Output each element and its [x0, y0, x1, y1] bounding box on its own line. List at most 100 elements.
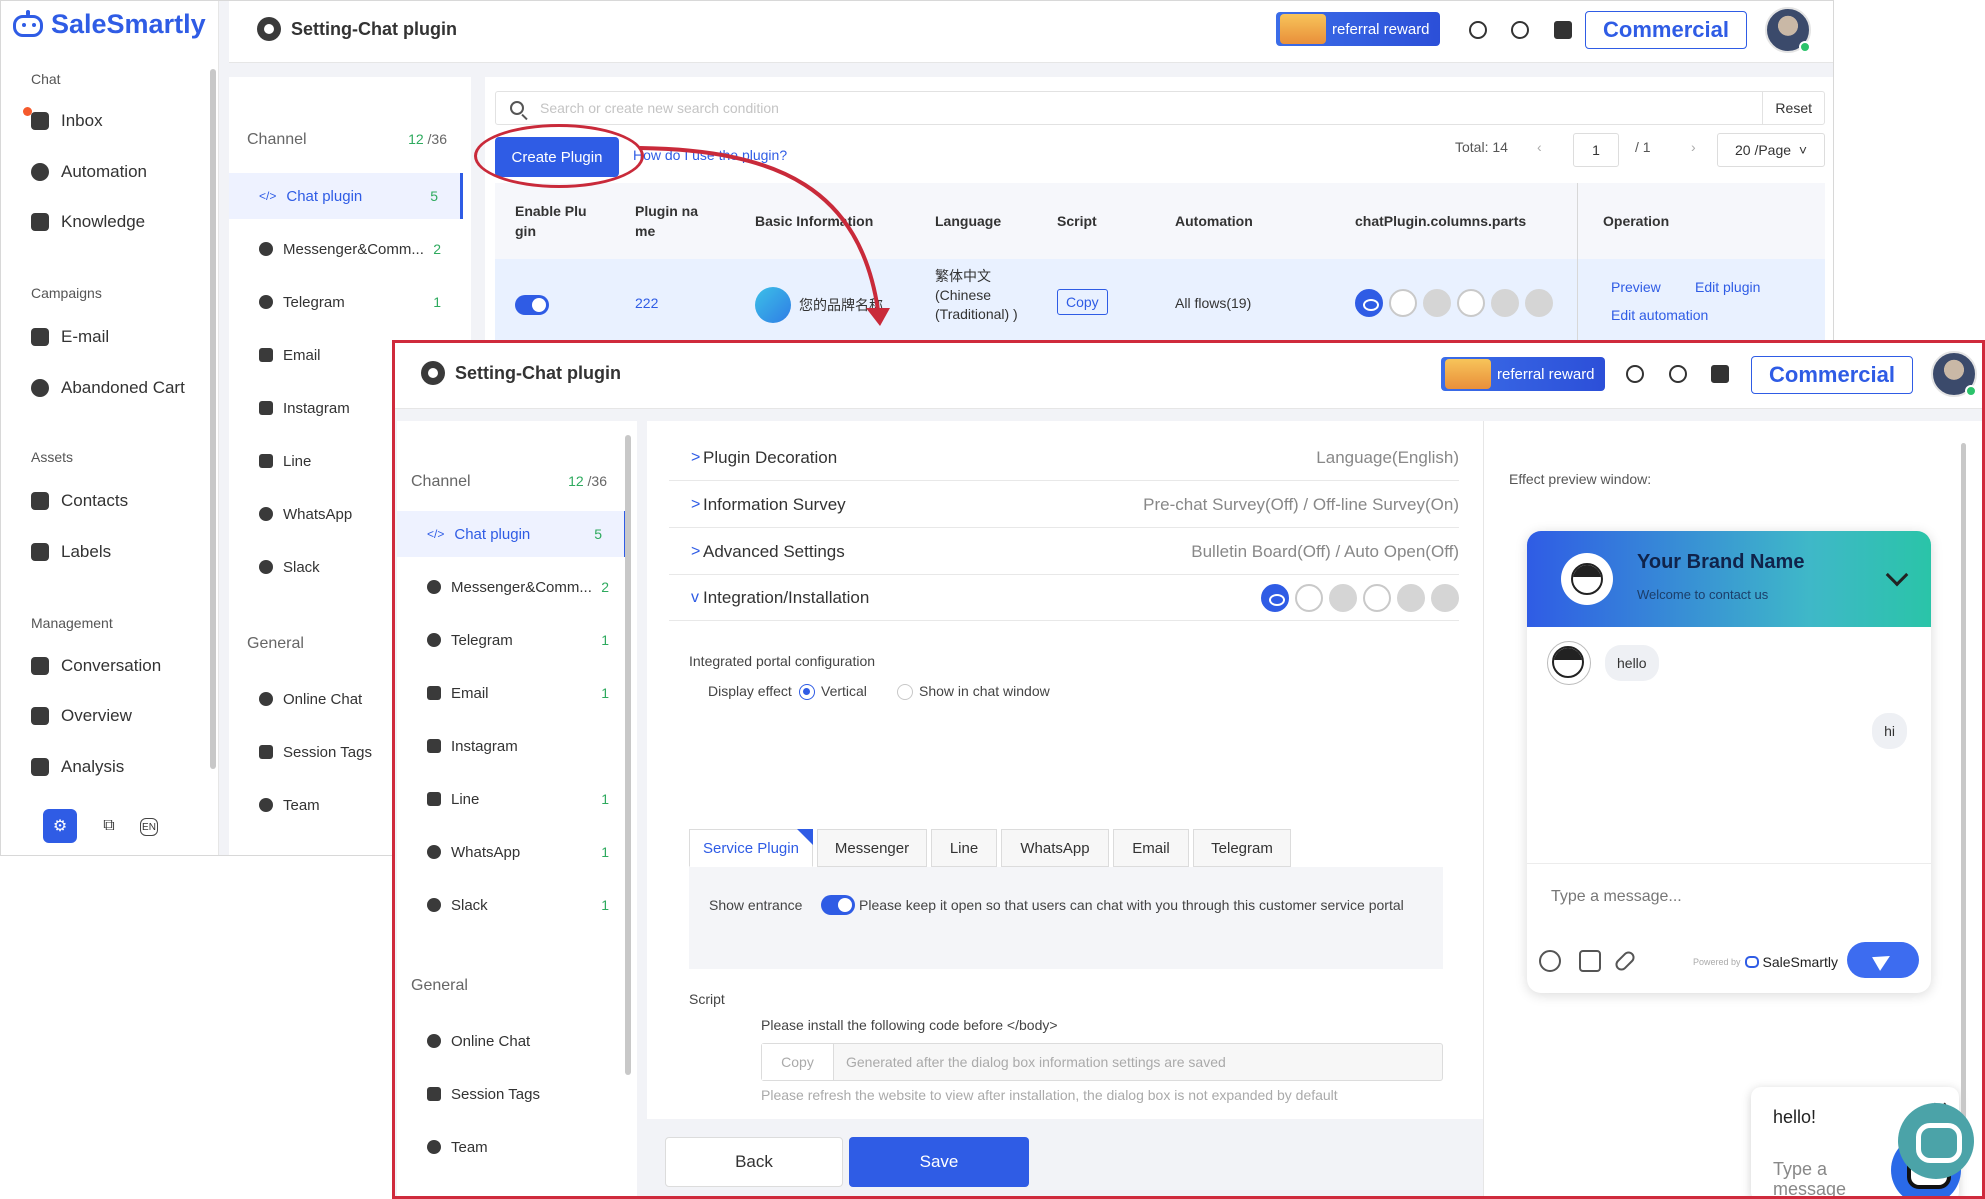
- slack-icon: [427, 898, 441, 912]
- telegram-icon: [427, 633, 441, 647]
- page-title: Setting-Chat plugin: [421, 361, 621, 385]
- channel-telegram[interactable]: Telegram 1: [397, 617, 631, 663]
- integration-tabs: Service Plugin Messenger Line WhatsApp E…: [689, 829, 1291, 867]
- send-button[interactable]: [1847, 942, 1919, 978]
- tab-messenger[interactable]: Messenger: [817, 829, 927, 867]
- agent-face-icon: [1552, 646, 1584, 678]
- incoming-message: hello: [1605, 645, 1659, 681]
- widget-input-area: Type a message... Powered by SaleSmartly: [1527, 863, 1931, 993]
- popup-message-input[interactable]: Type a message: [1773, 1159, 1873, 1196]
- radio-vertical[interactable]: Vertical: [799, 683, 867, 701]
- show-entrance-hint: Please keep it open so that users can ch…: [859, 897, 1404, 913]
- show-entrance-label: Show entrance: [709, 897, 803, 913]
- general-team[interactable]: Team: [397, 1124, 631, 1170]
- script-field: Copy Generated after the dialog box info…: [761, 1043, 1443, 1081]
- support-chat-icon[interactable]: [1898, 1103, 1974, 1179]
- plugin-edit-panel: > Plugin Decoration Language(English) > Inf…: [647, 421, 1982, 1196]
- section-advanced-settings[interactable]: > Advanced Settings Bulletin Board(Off) / …: [669, 529, 1459, 575]
- agent-avatar: [1547, 641, 1591, 685]
- tab-line[interactable]: Line: [931, 829, 997, 867]
- messenger-icon: [427, 580, 441, 594]
- section-information-survey[interactable]: > Information Survey Pre-chat Survey(Off) …: [669, 482, 1459, 528]
- email-part-icon[interactable]: [1397, 583, 1425, 612]
- compass-icon[interactable]: [1626, 365, 1644, 383]
- widget-brand-name: Your Brand Name: [1637, 551, 1805, 573]
- channel-email[interactable]: Email 1: [397, 670, 631, 716]
- section-integration[interactable]: v Integration/Installation: [669, 575, 1459, 621]
- tab-telegram[interactable]: Telegram: [1193, 829, 1291, 867]
- powered-by: Powered by SaleSmartly: [1693, 954, 1838, 970]
- tab-service-plugin[interactable]: Service Plugin: [689, 829, 813, 867]
- image-icon[interactable]: [1579, 950, 1601, 972]
- script-placeholder: Generated after the dialog box informati…: [846, 1054, 1226, 1070]
- messenger-part-icon[interactable]: [1295, 583, 1323, 612]
- robot-logo-icon: [1744, 956, 1759, 968]
- commercial-plan-button[interactable]: Commercial: [1751, 356, 1913, 394]
- channel-whatsapp[interactable]: WhatsApp 1: [397, 829, 631, 875]
- general-heading: General: [411, 977, 468, 994]
- general-online-chat[interactable]: Online Chat: [397, 1018, 631, 1064]
- script-copy-button[interactable]: Copy: [762, 1044, 834, 1080]
- chat-bubble-icon: [427, 1034, 441, 1048]
- line-part-icon[interactable]: [1329, 583, 1357, 612]
- attachment-icon[interactable]: [1612, 948, 1638, 974]
- preview-divider: [1483, 421, 1484, 1196]
- pie-chart-icon[interactable]: [1669, 365, 1687, 383]
- script-label: Script: [689, 991, 725, 1007]
- chat-plugin-part-icon[interactable]: [1261, 583, 1289, 612]
- channel-instagram[interactable]: Instagram: [397, 723, 631, 769]
- channel-heading: Channel 12 /36: [411, 473, 607, 490]
- outgoing-message: hi: [1872, 713, 1907, 749]
- radio-on-icon: [799, 684, 815, 701]
- avatar[interactable]: [1931, 351, 1977, 397]
- chevron-down-icon[interactable]: [1885, 563, 1909, 587]
- tab-email[interactable]: Email: [1113, 829, 1189, 867]
- help-icon[interactable]: [1711, 365, 1729, 383]
- general-session-tags[interactable]: Session Tags: [397, 1071, 631, 1117]
- gift-banner-icon: [1445, 359, 1491, 389]
- back-button[interactable]: Back: [665, 1137, 843, 1187]
- instagram-icon: [427, 739, 441, 753]
- preview-label: Effect preview window:: [1509, 471, 1652, 487]
- widget-welcome: Welcome to contact us: [1637, 587, 1769, 602]
- telegram-part-icon[interactable]: [1431, 583, 1459, 612]
- tab-whatsapp[interactable]: WhatsApp: [1001, 829, 1109, 867]
- whatsapp-part-icon[interactable]: [1363, 583, 1391, 612]
- whatsapp-icon: [427, 845, 441, 859]
- section-plugin-decoration[interactable]: > Plugin Decoration Language(English): [669, 435, 1459, 481]
- tag-icon: [427, 1087, 441, 1101]
- right-scrollbar[interactable]: [1961, 443, 1966, 1123]
- display-effect-label: Display effect: [708, 683, 792, 699]
- email-icon: [427, 686, 441, 700]
- install-hint: Please install the following code before…: [761, 1017, 1058, 1033]
- integration-parts-icons: [1261, 583, 1459, 612]
- save-button[interactable]: Save: [849, 1137, 1029, 1187]
- emoji-icon[interactable]: [1539, 950, 1561, 972]
- brand-logo: [1561, 553, 1613, 605]
- gear-icon: [421, 361, 445, 385]
- channel-line[interactable]: Line 1: [397, 776, 631, 822]
- form-footer: Back Save: [647, 1119, 1483, 1196]
- team-icon: [427, 1140, 441, 1154]
- line-icon: [427, 792, 441, 806]
- message-input[interactable]: Type a message...: [1551, 888, 1682, 906]
- channel-messenger[interactable]: Messenger&Comm... 2: [397, 564, 631, 610]
- channel-slack[interactable]: Slack 1: [397, 882, 631, 928]
- code-icon: </>: [427, 527, 445, 541]
- radio-off-icon: [897, 684, 913, 701]
- agent-face-icon: [1571, 563, 1603, 595]
- widget-header: Your Brand Name Welcome to contact us: [1527, 531, 1931, 627]
- integrated-config-label: Integrated portal configuration: [689, 653, 876, 669]
- channel-panel: Channel 12 /36 </> Chat plugin 5 Messenger&…: [397, 421, 637, 1196]
- refresh-hint: Please refresh the website to view after…: [761, 1087, 1338, 1103]
- channel-scrollbar[interactable]: [625, 435, 631, 1075]
- online-status-dot: [1965, 385, 1977, 397]
- radio-show-in-window[interactable]: Show in chat window: [897, 683, 1050, 701]
- tab-content: Show entrance Please keep it open so tha…: [689, 867, 1443, 969]
- foreground-window: Setting-Chat plugin referral reward Comm…: [392, 340, 1985, 1199]
- top-bar: Setting-Chat plugin referral reward Comm…: [395, 343, 1982, 409]
- channel-chat-plugin[interactable]: </> Chat plugin 5: [397, 511, 627, 557]
- referral-reward-button[interactable]: referral reward: [1441, 357, 1605, 391]
- show-entrance-toggle[interactable]: [821, 895, 855, 915]
- greeting-text: hello!: [1773, 1107, 1817, 1127]
